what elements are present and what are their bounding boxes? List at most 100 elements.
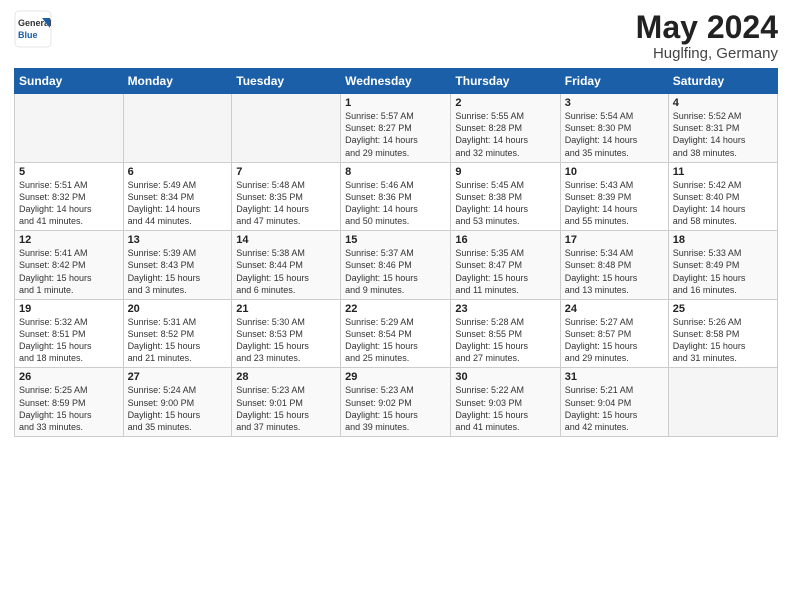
calendar-table: Sunday Monday Tuesday Wednesday Thursday… [14,68,778,437]
day-number: 20 [128,303,228,315]
calendar-cell: 30Sunrise: 5:22 AMSunset: 9:03 PMDayligh… [451,368,560,437]
day-number: 10 [565,166,664,178]
cell-content: Sunrise: 5:43 AMSunset: 8:39 PMDaylight:… [565,179,664,228]
calendar-cell: 19Sunrise: 5:32 AMSunset: 8:51 PMDayligh… [15,299,124,368]
day-number: 7 [236,166,336,178]
calendar-cell: 27Sunrise: 5:24 AMSunset: 9:00 PMDayligh… [123,368,232,437]
day-number: 27 [128,371,228,383]
page-container: General Blue May 2024 Huglfing, Germany … [0,0,792,443]
cell-content: Sunrise: 5:57 AMSunset: 8:27 PMDaylight:… [345,110,446,159]
calendar-week-0: 1Sunrise: 5:57 AMSunset: 8:27 PMDaylight… [15,94,778,163]
day-number: 15 [345,234,446,246]
calendar-week-4: 26Sunrise: 5:25 AMSunset: 8:59 PMDayligh… [15,368,778,437]
cell-content: Sunrise: 5:46 AMSunset: 8:36 PMDaylight:… [345,179,446,228]
calendar-cell: 17Sunrise: 5:34 AMSunset: 8:48 PMDayligh… [560,231,668,300]
cell-content: Sunrise: 5:52 AMSunset: 8:31 PMDaylight:… [673,110,773,159]
header-friday: Friday [560,69,668,94]
cell-content: Sunrise: 5:38 AMSunset: 8:44 PMDaylight:… [236,247,336,296]
day-number: 17 [565,234,664,246]
day-number: 24 [565,303,664,315]
calendar-week-2: 12Sunrise: 5:41 AMSunset: 8:42 PMDayligh… [15,231,778,300]
cell-content: Sunrise: 5:35 AMSunset: 8:47 PMDaylight:… [455,247,555,296]
calendar-cell [15,94,124,163]
day-number: 30 [455,371,555,383]
cell-content: Sunrise: 5:32 AMSunset: 8:51 PMDaylight:… [19,316,119,365]
cell-content: Sunrise: 5:23 AMSunset: 9:01 PMDaylight:… [236,384,336,433]
day-number: 11 [673,166,773,178]
calendar-cell: 11Sunrise: 5:42 AMSunset: 8:40 PMDayligh… [668,162,777,231]
day-number: 29 [345,371,446,383]
day-number: 6 [128,166,228,178]
calendar-cell: 13Sunrise: 5:39 AMSunset: 8:43 PMDayligh… [123,231,232,300]
cell-content: Sunrise: 5:26 AMSunset: 8:58 PMDaylight:… [673,316,773,365]
calendar-cell: 10Sunrise: 5:43 AMSunset: 8:39 PMDayligh… [560,162,668,231]
calendar-cell: 21Sunrise: 5:30 AMSunset: 8:53 PMDayligh… [232,299,341,368]
calendar-cell: 28Sunrise: 5:23 AMSunset: 9:01 PMDayligh… [232,368,341,437]
calendar-week-3: 19Sunrise: 5:32 AMSunset: 8:51 PMDayligh… [15,299,778,368]
header-thursday: Thursday [451,69,560,94]
calendar-cell: 3Sunrise: 5:54 AMSunset: 8:30 PMDaylight… [560,94,668,163]
day-number: 16 [455,234,555,246]
calendar-cell: 31Sunrise: 5:21 AMSunset: 9:04 PMDayligh… [560,368,668,437]
calendar-cell: 16Sunrise: 5:35 AMSunset: 8:47 PMDayligh… [451,231,560,300]
day-number: 4 [673,97,773,109]
calendar-cell: 8Sunrise: 5:46 AMSunset: 8:36 PMDaylight… [341,162,451,231]
cell-content: Sunrise: 5:45 AMSunset: 8:38 PMDaylight:… [455,179,555,228]
header: General Blue May 2024 Huglfing, Germany [14,10,778,62]
cell-content: Sunrise: 5:54 AMSunset: 8:30 PMDaylight:… [565,110,664,159]
day-number: 19 [19,303,119,315]
cell-content: Sunrise: 5:30 AMSunset: 8:53 PMDaylight:… [236,316,336,365]
calendar-cell [123,94,232,163]
calendar-cell: 1Sunrise: 5:57 AMSunset: 8:27 PMDaylight… [341,94,451,163]
day-number: 9 [455,166,555,178]
calendar-cell: 4Sunrise: 5:52 AMSunset: 8:31 PMDaylight… [668,94,777,163]
header-sunday: Sunday [15,69,124,94]
day-number: 26 [19,371,119,383]
cell-content: Sunrise: 5:27 AMSunset: 8:57 PMDaylight:… [565,316,664,365]
cell-content: Sunrise: 5:42 AMSunset: 8:40 PMDaylight:… [673,179,773,228]
calendar-location: Huglfing, Germany [636,45,778,62]
cell-content: Sunrise: 5:41 AMSunset: 8:42 PMDaylight:… [19,247,119,296]
calendar-cell: 5Sunrise: 5:51 AMSunset: 8:32 PMDaylight… [15,162,124,231]
day-number: 12 [19,234,119,246]
calendar-cell [668,368,777,437]
day-number: 13 [128,234,228,246]
title-block: May 2024 Huglfing, Germany [636,10,778,62]
cell-content: Sunrise: 5:49 AMSunset: 8:34 PMDaylight:… [128,179,228,228]
day-number: 22 [345,303,446,315]
calendar-cell: 15Sunrise: 5:37 AMSunset: 8:46 PMDayligh… [341,231,451,300]
header-tuesday: Tuesday [232,69,341,94]
svg-text:Blue: Blue [18,30,38,40]
cell-content: Sunrise: 5:28 AMSunset: 8:55 PMDaylight:… [455,316,555,365]
day-number: 31 [565,371,664,383]
calendar-cell [232,94,341,163]
day-number: 14 [236,234,336,246]
cell-content: Sunrise: 5:23 AMSunset: 9:02 PMDaylight:… [345,384,446,433]
calendar-week-1: 5Sunrise: 5:51 AMSunset: 8:32 PMDaylight… [15,162,778,231]
calendar-cell: 22Sunrise: 5:29 AMSunset: 8:54 PMDayligh… [341,299,451,368]
calendar-header-row: Sunday Monday Tuesday Wednesday Thursday… [15,69,778,94]
calendar-cell: 20Sunrise: 5:31 AMSunset: 8:52 PMDayligh… [123,299,232,368]
header-saturday: Saturday [668,69,777,94]
day-number: 3 [565,97,664,109]
cell-content: Sunrise: 5:51 AMSunset: 8:32 PMDaylight:… [19,179,119,228]
calendar-cell: 6Sunrise: 5:49 AMSunset: 8:34 PMDaylight… [123,162,232,231]
cell-content: Sunrise: 5:55 AMSunset: 8:28 PMDaylight:… [455,110,555,159]
header-monday: Monday [123,69,232,94]
cell-content: Sunrise: 5:39 AMSunset: 8:43 PMDaylight:… [128,247,228,296]
calendar-cell: 14Sunrise: 5:38 AMSunset: 8:44 PMDayligh… [232,231,341,300]
cell-content: Sunrise: 5:31 AMSunset: 8:52 PMDaylight:… [128,316,228,365]
calendar-cell: 23Sunrise: 5:28 AMSunset: 8:55 PMDayligh… [451,299,560,368]
calendar-cell: 25Sunrise: 5:26 AMSunset: 8:58 PMDayligh… [668,299,777,368]
day-number: 18 [673,234,773,246]
cell-content: Sunrise: 5:33 AMSunset: 8:49 PMDaylight:… [673,247,773,296]
cell-content: Sunrise: 5:25 AMSunset: 8:59 PMDaylight:… [19,384,119,433]
cell-content: Sunrise: 5:37 AMSunset: 8:46 PMDaylight:… [345,247,446,296]
header-wednesday: Wednesday [341,69,451,94]
calendar-cell: 7Sunrise: 5:48 AMSunset: 8:35 PMDaylight… [232,162,341,231]
calendar-cell: 2Sunrise: 5:55 AMSunset: 8:28 PMDaylight… [451,94,560,163]
day-number: 8 [345,166,446,178]
calendar-cell: 9Sunrise: 5:45 AMSunset: 8:38 PMDaylight… [451,162,560,231]
logo: General Blue [14,10,52,48]
cell-content: Sunrise: 5:48 AMSunset: 8:35 PMDaylight:… [236,179,336,228]
